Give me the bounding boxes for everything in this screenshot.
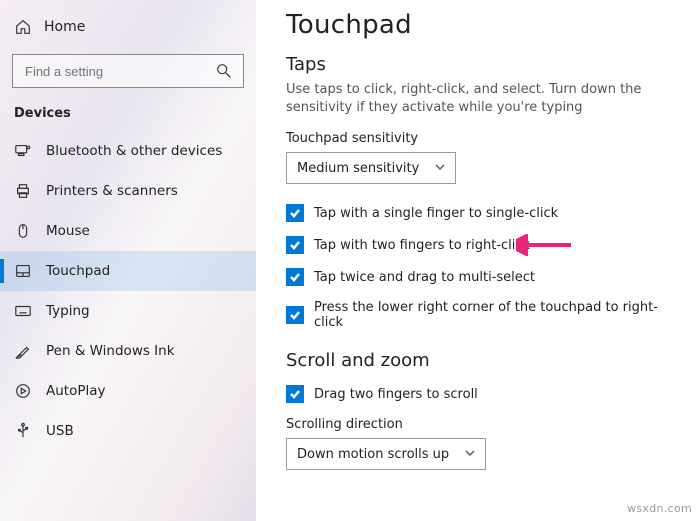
- checkbox-label: Press the lower right corner of the touc…: [314, 300, 674, 330]
- keyboard-icon: [14, 302, 32, 320]
- page-title: Touchpad: [286, 10, 674, 40]
- bluetooth-icon: [14, 142, 32, 160]
- checkbox-checked[interactable]: [286, 204, 304, 222]
- checkbox-label: Drag two fingers to scroll: [314, 387, 478, 402]
- checkbox-checked[interactable]: [286, 385, 304, 403]
- sidebar-item-label: USB: [46, 423, 74, 439]
- chevron-down-icon: [435, 161, 445, 176]
- checkbox-label: Tap twice and drag to multi-select: [314, 270, 535, 285]
- chevron-down-icon: [465, 447, 475, 462]
- sidebar-item-label: Typing: [46, 303, 90, 319]
- checkbox-label: Tap with two fingers to right-click: [314, 238, 530, 253]
- sidebar-item-label: Mouse: [46, 223, 90, 239]
- direction-value: Down motion scrolls up: [297, 447, 449, 462]
- tap-corner-right-click-row[interactable]: Press the lower right corner of the touc…: [286, 300, 674, 330]
- tap-multi-select-row[interactable]: Tap twice and drag to multi-select: [286, 268, 674, 286]
- direction-dropdown[interactable]: Down motion scrolls up: [286, 438, 486, 470]
- home-label: Home: [44, 19, 85, 35]
- sensitivity-label: Touchpad sensitivity: [286, 131, 674, 146]
- autoplay-icon: [14, 382, 32, 400]
- sensitivity-dropdown[interactable]: Medium sensitivity: [286, 152, 456, 184]
- sidebar-item-label: Touchpad: [46, 263, 110, 279]
- search-input[interactable]: [12, 54, 244, 88]
- sidebar-item-mouse[interactable]: Mouse: [0, 211, 256, 251]
- sidebar-item-label: Bluetooth & other devices: [46, 143, 222, 159]
- home-icon: [14, 18, 32, 36]
- sidebar-item-label: Pen & Windows Ink: [46, 343, 175, 359]
- sidebar: Home Devices Bluetooth & other devices P…: [0, 0, 256, 521]
- checkbox-checked[interactable]: [286, 268, 304, 286]
- touchpad-icon: [14, 262, 32, 280]
- section-title: Devices: [0, 88, 256, 131]
- home-button[interactable]: Home: [0, 8, 256, 46]
- sidebar-item-pen[interactable]: Pen & Windows Ink: [0, 331, 256, 371]
- sensitivity-value: Medium sensitivity: [297, 161, 419, 176]
- tap-right-click-row[interactable]: Tap with two fingers to right-click: [286, 236, 674, 254]
- sidebar-item-label: Printers & scanners: [46, 183, 178, 199]
- usb-icon: [14, 422, 32, 440]
- tap-single-click-row[interactable]: Tap with a single finger to single-click: [286, 204, 674, 222]
- checkbox-checked[interactable]: [286, 236, 304, 254]
- watermark: wsxdn.com: [627, 502, 692, 515]
- sidebar-item-bluetooth[interactable]: Bluetooth & other devices: [0, 131, 256, 171]
- sidebar-item-autoplay[interactable]: AutoPlay: [0, 371, 256, 411]
- search-field[interactable]: [23, 63, 215, 80]
- sidebar-item-label: AutoPlay: [46, 383, 106, 399]
- sidebar-item-typing[interactable]: Typing: [0, 291, 256, 331]
- search-icon: [215, 62, 233, 80]
- taps-description: Use taps to click, right-click, and sele…: [286, 81, 674, 117]
- content: Touchpad Taps Use taps to click, right-c…: [256, 0, 700, 521]
- direction-label: Scrolling direction: [286, 417, 674, 432]
- printer-icon: [14, 182, 32, 200]
- sidebar-item-touchpad[interactable]: Touchpad: [0, 251, 256, 291]
- mouse-icon: [14, 222, 32, 240]
- checkbox-checked[interactable]: [286, 306, 304, 324]
- sidebar-item-usb[interactable]: USB: [0, 411, 256, 451]
- taps-heading: Taps: [286, 54, 674, 75]
- pen-icon: [14, 342, 32, 360]
- drag-scroll-row[interactable]: Drag two fingers to scroll: [286, 385, 674, 403]
- scroll-heading: Scroll and zoom: [286, 350, 674, 371]
- checkbox-label: Tap with a single finger to single-click: [314, 206, 558, 221]
- sidebar-item-printers[interactable]: Printers & scanners: [0, 171, 256, 211]
